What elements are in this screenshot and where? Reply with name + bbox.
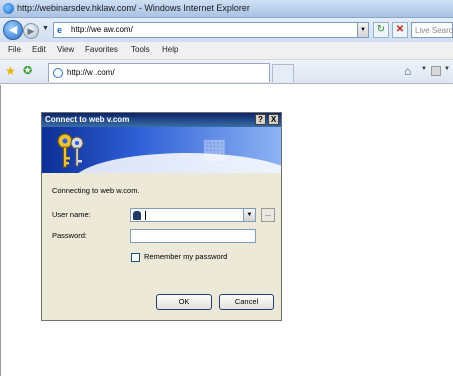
- forward-button[interactable]: ▶: [23, 23, 39, 39]
- window-title: http://webinarsdev.hklaw.com/ - Windows …: [17, 3, 250, 13]
- loading-icon: [53, 68, 63, 78]
- menu-tools[interactable]: Tools: [131, 45, 150, 54]
- remember-password-checkbox[interactable]: [131, 253, 140, 262]
- close-button[interactable]: X: [268, 114, 279, 125]
- cancel-button[interactable]: Cancel: [219, 294, 274, 310]
- help-button[interactable]: ?: [255, 114, 266, 125]
- address-field[interactable]: e http://we aw.com/: [53, 22, 369, 38]
- tab-bar: ★ ✪ http://w .com/ ⌂ ▼ ▼: [0, 60, 453, 84]
- banner-pattern: ▦: [202, 133, 227, 163]
- page-icon: e: [57, 25, 63, 35]
- home-dropdown-icon[interactable]: ▼: [421, 66, 427, 72]
- text-caret: [145, 211, 146, 220]
- forward-arrow-icon: ▶: [27, 26, 35, 36]
- tab-title: http://w .com/: [67, 68, 115, 77]
- keys-icon: [57, 133, 84, 168]
- connecting-text: Connecting to web w.com.: [52, 186, 140, 195]
- user-name-input[interactable]: ▼: [130, 208, 256, 222]
- user-name-dropdown-button[interactable]: ▼: [243, 209, 255, 221]
- home-icon[interactable]: ⌂: [404, 64, 411, 78]
- back-button[interactable]: ◀: [3, 20, 23, 40]
- browse-users-button[interactable]: ...: [261, 208, 275, 222]
- add-favorite-icon[interactable]: ✪: [23, 64, 32, 78]
- menu-edit[interactable]: Edit: [32, 45, 46, 54]
- dialog-banner: ▦: [42, 127, 281, 173]
- menu-bar: File Edit View Favorites Tools Help: [0, 42, 453, 60]
- window-title-bar: http://webinarsdev.hklaw.com/ - Windows …: [0, 0, 453, 18]
- refresh-button[interactable]: ↻: [373, 22, 389, 38]
- remember-password-label[interactable]: Remember my password: [144, 252, 227, 261]
- dialog-title-bar: Connect to web v.com ? X: [42, 113, 281, 127]
- user-icon: [133, 211, 141, 220]
- menu-favorites[interactable]: Favorites: [85, 45, 118, 54]
- dialog-title: Connect to web v.com: [45, 115, 130, 124]
- ie-icon: [3, 3, 14, 14]
- back-arrow-icon: ◀: [8, 24, 18, 36]
- navigation-bar: ◀ ▶ ▼ e http://we aw.com/ ▼ ↻ ✕ Live Sea…: [0, 18, 453, 42]
- address-url: http://we aw.com/: [71, 25, 133, 34]
- password-input[interactable]: [130, 229, 256, 243]
- feeds-icon[interactable]: [431, 66, 441, 76]
- user-name-label: User name:: [52, 210, 91, 219]
- refresh-icon: ↻: [376, 24, 386, 35]
- search-placeholder: Live Search: [415, 26, 453, 35]
- connect-dialog: Connect to web v.com ? X ▦ Connecting to…: [41, 112, 282, 321]
- menu-file[interactable]: File: [8, 45, 21, 54]
- address-dropdown-button[interactable]: ▼: [357, 22, 369, 38]
- banner-curve: [72, 153, 281, 173]
- history-dropdown-icon[interactable]: ▼: [42, 25, 49, 32]
- ok-button[interactable]: OK: [156, 294, 212, 310]
- tab-current[interactable]: http://w .com/: [48, 63, 270, 82]
- password-label: Password:: [52, 231, 88, 240]
- stop-button[interactable]: ✕: [392, 22, 408, 38]
- favorites-star-icon[interactable]: ★: [5, 64, 16, 78]
- search-input[interactable]: Live Search: [411, 22, 453, 38]
- menu-help[interactable]: Help: [162, 45, 178, 54]
- new-tab-button[interactable]: [272, 64, 294, 82]
- menu-view[interactable]: View: [57, 45, 74, 54]
- stop-icon: ✕: [395, 24, 405, 35]
- feeds-dropdown-icon[interactable]: ▼: [444, 66, 450, 72]
